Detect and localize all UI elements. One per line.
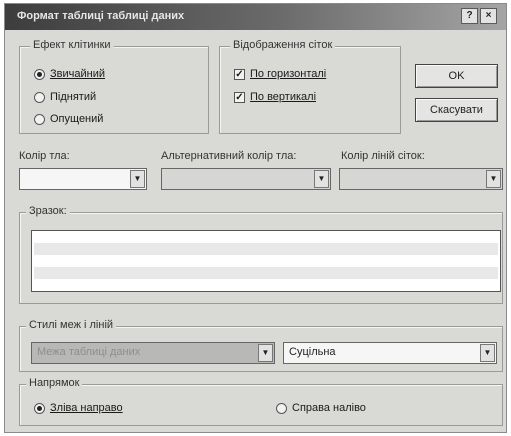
chevron-down-icon[interactable]: ▼: [258, 344, 273, 362]
dialog-title: Формат таблиці таблиці даних: [17, 10, 185, 22]
radio-label: Звичайний: [50, 68, 105, 80]
alt-background-color-label: Альтернативний колір тла:: [161, 150, 297, 162]
radio-label: Опущений: [50, 113, 104, 125]
radio-direction-ltr[interactable]: Зліва направо: [34, 402, 123, 414]
radio-dot: [34, 113, 45, 125]
gridline-color-label: Колір ліній сіток:: [341, 150, 425, 162]
preview-row-alt: [34, 267, 498, 279]
radio-effect-sunken[interactable]: Опущений: [34, 113, 103, 125]
border-element-select[interactable]: Межа таблиці даних ▼: [31, 342, 275, 364]
alt-background-color-select[interactable]: ▼: [161, 168, 331, 190]
chevron-down-icon[interactable]: ▼: [480, 344, 495, 362]
gridlines-group: Відображення сіток ✓ По горизонталі ✓ По…: [219, 39, 401, 134]
radio-label: Піднятий: [50, 91, 97, 103]
chevron-down-icon[interactable]: ▼: [486, 170, 501, 188]
radio-effect-normal[interactable]: Звичайний: [34, 68, 105, 80]
chevron-down-icon[interactable]: ▼: [314, 170, 329, 188]
cell-effect-legend: Ефект клітинки: [30, 39, 114, 51]
cancel-button[interactable]: Скасувати: [415, 98, 498, 122]
background-color-label: Колір тла:: [19, 150, 70, 162]
gridline-color-select[interactable]: ▼: [339, 168, 503, 190]
help-button[interactable]: ?: [461, 8, 478, 24]
sample-label: Зразок:: [26, 205, 70, 217]
radio-dot-selected: [34, 402, 45, 414]
direction-legend: Напрямок: [26, 377, 83, 389]
checkbox-gridlines-horizontal[interactable]: ✓ По горизонталі: [234, 68, 326, 80]
checkbox-gridlines-vertical[interactable]: ✓ По вертикалі: [234, 91, 316, 103]
sample-preview: [31, 230, 501, 292]
radio-dot: [34, 91, 45, 103]
gridlines-legend: Відображення сіток: [230, 39, 336, 51]
checkmark-icon: ✓: [234, 68, 245, 80]
direction-group: Напрямок Зліва направо Справа наліво: [19, 377, 503, 426]
border-styles-legend: Стилі меж і ліній: [26, 319, 117, 331]
radio-label: Справа наліво: [292, 402, 366, 414]
checkbox-label: По горизонталі: [250, 68, 327, 80]
checkmark-icon: ✓: [234, 91, 245, 103]
chevron-down-icon[interactable]: ▼: [130, 170, 145, 188]
radio-dot-selected: [34, 68, 45, 80]
close-button[interactable]: ×: [480, 8, 497, 24]
preview-row-alt: [34, 243, 498, 255]
radio-direction-rtl[interactable]: Справа наліво: [276, 402, 366, 414]
dialog-window: Формат таблиці таблиці даних ? × Ефект к…: [4, 3, 507, 433]
checkbox-label: По вертикалі: [250, 91, 317, 103]
cell-effect-group: Ефект клітинки Звичайний Піднятий Опущен…: [19, 39, 209, 134]
radio-dot: [276, 402, 287, 414]
background-color-select[interactable]: ▼: [19, 168, 147, 190]
ok-button[interactable]: OK: [415, 64, 498, 88]
title-bar: Формат таблиці таблиці даних ? ×: [5, 4, 506, 30]
border-style-select[interactable]: Суцільна ▼: [283, 342, 497, 364]
radio-label: Зліва направо: [50, 402, 123, 414]
radio-effect-raised[interactable]: Піднятий: [34, 91, 96, 103]
